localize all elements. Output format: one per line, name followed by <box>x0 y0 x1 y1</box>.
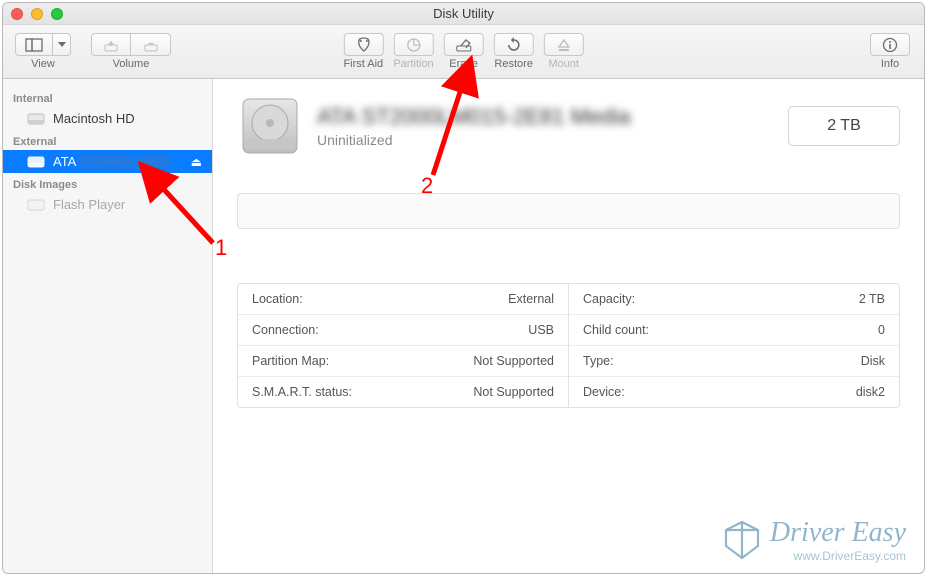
sidebar-item-macintosh-hd[interactable]: Macintosh HD <box>3 107 212 130</box>
drive-subtitle: Uninitialized <box>317 132 774 148</box>
erase-button[interactable] <box>444 33 484 56</box>
volume-add-button[interactable] <box>91 33 131 56</box>
partition-label: Partition <box>393 58 433 70</box>
mount-label: Mount <box>548 58 579 70</box>
view-group: View <box>15 33 71 70</box>
partition-button[interactable] <box>393 33 433 56</box>
info-row-type: Type:Disk <box>569 346 899 377</box>
info-label: Info <box>881 58 899 70</box>
view-label: View <box>31 58 55 70</box>
sidebar-header-internal: Internal <box>3 87 212 107</box>
volume-remove-button[interactable] <box>131 33 171 56</box>
sidebar-item-ata-external[interactable]: ATA ST2000LM015 ⏏ <box>3 150 212 173</box>
restore-button[interactable] <box>494 33 534 56</box>
sidebar-item-label: Flash Player <box>53 197 125 212</box>
volume-label: Volume <box>113 58 150 70</box>
info-row-device: Device:disk2 <box>569 377 899 407</box>
first-aid-label: First Aid <box>343 58 383 70</box>
sidebar-header-external: External <box>3 130 212 150</box>
disk-utility-window: Disk Utility View <box>2 2 925 574</box>
zoom-icon[interactable] <box>51 8 63 20</box>
restore-label: Restore <box>494 58 533 70</box>
titlebar: Disk Utility <box>3 3 924 25</box>
info-row-connection: Connection:USB <box>238 315 568 346</box>
sidebar-header-disk-images: Disk Images <box>3 173 212 193</box>
sidebar-item-label: ATA ST2000LM015 <box>53 154 170 169</box>
mount-button[interactable] <box>544 33 584 56</box>
erase-label: Erase <box>449 58 478 70</box>
minimize-icon[interactable] <box>31 8 43 20</box>
eject-icon[interactable]: ⏏ <box>191 155 202 169</box>
info-row-partition-map: Partition Map:Not Supported <box>238 346 568 377</box>
info-row-location: Location:External <box>238 284 568 315</box>
window-controls <box>11 8 63 20</box>
internal-disk-icon <box>27 112 45 126</box>
info-button[interactable] <box>870 33 910 56</box>
volume-group: Volume <box>91 33 171 70</box>
usage-bar <box>237 193 900 229</box>
window-title: Disk Utility <box>3 6 924 21</box>
sidebar-item-label: Macintosh HD <box>53 111 135 126</box>
annotation-number-1: 1 <box>215 235 227 261</box>
capacity-badge: 2 TB <box>788 106 900 146</box>
info-row-capacity: Capacity:2 TB <box>569 284 899 315</box>
view-button[interactable] <box>15 33 53 56</box>
close-icon[interactable] <box>11 8 23 20</box>
annotation-number-2: 2 <box>421 173 433 199</box>
external-disk-icon <box>27 155 45 169</box>
info-table: Location:External Connection:USB Partiti… <box>237 283 900 408</box>
info-row-smart: S.M.A.R.T. status:Not Supported <box>238 377 568 407</box>
toolbar: View Volume First Aid <box>3 25 924 79</box>
info-row-child-count: Child count:0 <box>569 315 899 346</box>
view-dropdown-button[interactable] <box>53 33 71 56</box>
first-aid-button[interactable] <box>343 33 383 56</box>
disk-image-icon <box>27 198 45 212</box>
sidebar: Internal Macintosh HD External ATA ST200… <box>3 79 213 573</box>
drive-icon <box>237 93 303 159</box>
sidebar-item-flash-player[interactable]: Flash Player <box>3 193 212 216</box>
main-panel: ATA ST2000LM015-2E81 Media Uninitialized… <box>213 79 924 573</box>
drive-title: ATA ST2000LM015-2E81 Media <box>317 104 774 130</box>
content-area: Internal Macintosh HD External ATA ST200… <box>3 79 924 573</box>
